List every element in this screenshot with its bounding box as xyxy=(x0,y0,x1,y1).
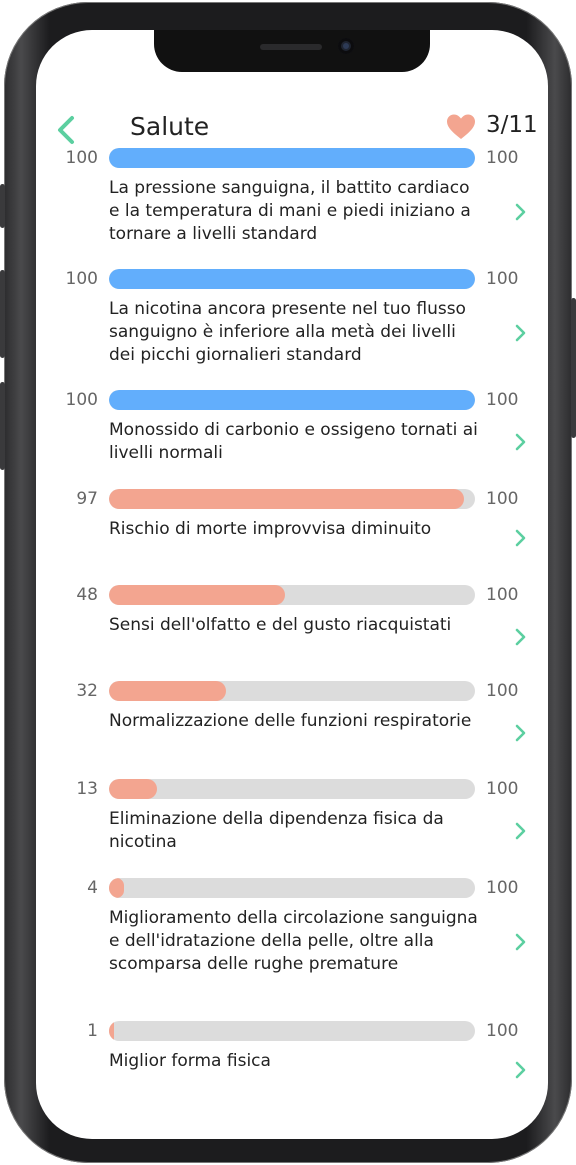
volume-up-button xyxy=(0,270,5,358)
item-description: Miglioramento della circolazione sanguig… xyxy=(109,908,478,974)
volume-down-button xyxy=(0,382,5,470)
max-value: 100 xyxy=(486,681,519,701)
progress-track xyxy=(109,585,475,605)
progress-track xyxy=(109,681,475,701)
item-description: Miglior forma fisica xyxy=(109,1051,271,1071)
max-value: 100 xyxy=(486,585,519,605)
item-description: Rischio di morte improvvisa diminuito xyxy=(109,519,432,539)
item-description: Eliminazione della dipendenza fisica da … xyxy=(109,809,444,852)
progress-fill xyxy=(109,1021,115,1041)
current-value: 1 xyxy=(87,1021,98,1041)
progress-track xyxy=(109,878,475,898)
progress-fill xyxy=(109,148,475,168)
progress-track xyxy=(109,390,475,410)
progress-track xyxy=(109,779,475,799)
current-value: 32 xyxy=(76,681,98,701)
progress-track xyxy=(109,148,475,168)
screen: Salute 3/11 100 100 La pressione sanguigna… xyxy=(36,30,548,1139)
progress-fill xyxy=(109,390,475,410)
progress-fill xyxy=(109,269,475,289)
max-value: 100 xyxy=(486,1021,519,1041)
max-value: 100 xyxy=(486,148,519,168)
progress-fill xyxy=(109,878,124,898)
progress-fill xyxy=(109,489,465,509)
current-value: 13 xyxy=(76,779,98,799)
chevron-right-icon[interactable] xyxy=(514,627,528,647)
current-value: 48 xyxy=(76,585,98,605)
chevron-right-icon[interactable] xyxy=(514,1060,528,1080)
max-value: 100 xyxy=(486,489,519,509)
chevron-right-icon[interactable] xyxy=(514,202,528,222)
current-value: 100 xyxy=(65,148,98,168)
current-value: 100 xyxy=(65,269,98,289)
front-camera xyxy=(338,38,354,54)
current-value: 97 xyxy=(76,489,98,509)
max-value: 100 xyxy=(486,878,519,898)
chevron-right-icon[interactable] xyxy=(514,323,528,343)
progress-fill xyxy=(109,681,227,701)
current-value: 100 xyxy=(65,390,98,410)
chevron-right-icon[interactable] xyxy=(514,932,528,952)
phone-frame: Salute 3/11 100 100 La pressione sanguigna… xyxy=(0,2,576,1163)
chevron-right-icon[interactable] xyxy=(514,821,528,841)
item-description: Normalizzazione delle funzioni respirato… xyxy=(109,711,472,731)
header: Salute 3/11 xyxy=(36,108,548,152)
chevron-right-icon[interactable] xyxy=(514,528,528,548)
page-title: Salute xyxy=(130,112,210,141)
progress-track xyxy=(109,489,475,509)
speaker xyxy=(260,44,322,50)
chevron-left-icon xyxy=(58,116,74,144)
progress-fill xyxy=(109,585,285,605)
item-description: La pressione sanguigna, il battito cardi… xyxy=(109,178,471,244)
chevron-right-icon[interactable] xyxy=(514,723,528,743)
notch xyxy=(154,30,430,72)
chevron-right-icon[interactable] xyxy=(514,432,528,452)
max-value: 100 xyxy=(486,390,519,410)
item-description: Sensi dell'olfatto e del gusto riacquist… xyxy=(109,615,452,635)
item-description: La nicotina ancora presente nel tuo flus… xyxy=(109,299,466,365)
progress-track xyxy=(109,1021,475,1041)
heart-icon xyxy=(447,114,475,139)
item-description: Monossido di carbonio e ossigeno tornati… xyxy=(109,420,478,463)
max-value: 100 xyxy=(486,269,519,289)
mute-switch xyxy=(0,184,5,228)
progress-track xyxy=(109,269,475,289)
max-value: 100 xyxy=(486,779,519,799)
progress-fill xyxy=(109,779,157,799)
power-button xyxy=(571,298,576,438)
back-button[interactable] xyxy=(52,112,84,148)
current-value: 4 xyxy=(87,878,98,898)
progress-counter: 3/11 xyxy=(486,112,538,138)
